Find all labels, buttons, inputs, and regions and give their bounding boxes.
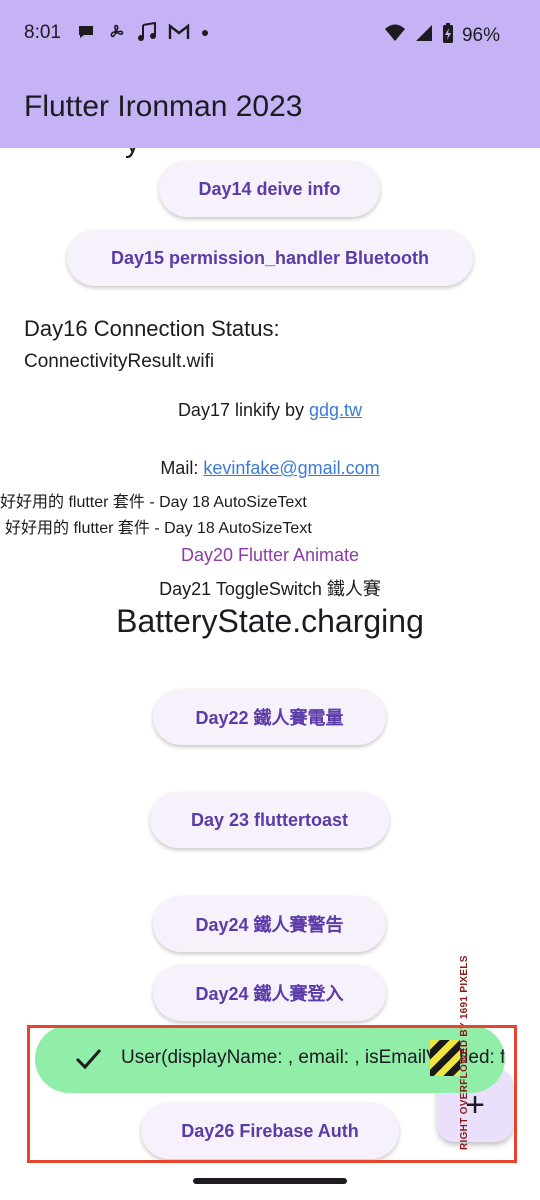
dot-icon bbox=[200, 22, 210, 47]
wifi-icon bbox=[384, 23, 406, 48]
day17-prefix: Day17 linkify by bbox=[177, 400, 309, 420]
gdg-link[interactable]: gdg.tw bbox=[309, 400, 362, 420]
day17-linkify-row: Day17 linkify by gdg.tw bbox=[0, 400, 540, 421]
highlight-box bbox=[27, 1025, 517, 1163]
notification-icons bbox=[76, 21, 210, 47]
mail-row: Mail: kevinfake@gmail.com bbox=[0, 458, 540, 479]
day24-alert-button[interactable]: Day24 鐵人賽警告 bbox=[153, 896, 386, 952]
signal-icon bbox=[414, 23, 434, 48]
navigation-bar bbox=[0, 1165, 540, 1200]
status-bar: 8:01 96% bbox=[0, 0, 540, 68]
day15-bluetooth-button[interactable]: Day15 permission_handler Bluetooth bbox=[67, 230, 473, 286]
day22-battery-button[interactable]: Day22 鐵人賽電量 bbox=[153, 689, 386, 745]
day16-connection-label: Day16 Connection Status: bbox=[24, 316, 280, 341]
battery-charging-icon bbox=[442, 22, 454, 49]
autosize-text-1: 好好用的 flutter 套件 - Day 18 AutoSizeText bbox=[0, 494, 307, 511]
fan-icon bbox=[106, 22, 126, 47]
day24-login-button[interactable]: Day24 鐵人賽登入 bbox=[153, 965, 386, 1021]
app-title: Flutter Ironman 2023 bbox=[24, 90, 303, 123]
chat-bubble-icon bbox=[76, 22, 96, 47]
day21-toggle-text: Day21 ToggleSwitch 鐵人賽 bbox=[159, 579, 381, 599]
day14-device-info-button[interactable]: Day14 deive info bbox=[159, 161, 380, 217]
day23-fluttertoast-button[interactable]: Day 23 fluttertoast bbox=[150, 792, 389, 848]
battery-state-text: BatteryState.charging bbox=[116, 603, 424, 639]
battery-percent: 96% bbox=[461, 24, 500, 46]
home-gesture-pill[interactable] bbox=[193, 1178, 347, 1184]
status-time: 8:01 bbox=[24, 22, 61, 43]
partial-scrolled-text: y bbox=[125, 148, 140, 160]
autosize-text-2: 好好用的 flutter 套件 - Day 18 AutoSizeText bbox=[5, 520, 312, 537]
mail-link[interactable]: kevinfake@gmail.com bbox=[203, 458, 379, 478]
day20-animate-text: Day20 Flutter Animate bbox=[180, 545, 360, 565]
status-right: 96% bbox=[384, 22, 500, 49]
mail-prefix: Mail: bbox=[160, 458, 204, 478]
app-bar: Flutter Ironman 2023 bbox=[0, 68, 540, 148]
day16-connection-value: ConnectivityResult.wifi bbox=[24, 351, 215, 372]
music-note-icon bbox=[136, 21, 158, 47]
gmail-icon bbox=[168, 22, 190, 47]
